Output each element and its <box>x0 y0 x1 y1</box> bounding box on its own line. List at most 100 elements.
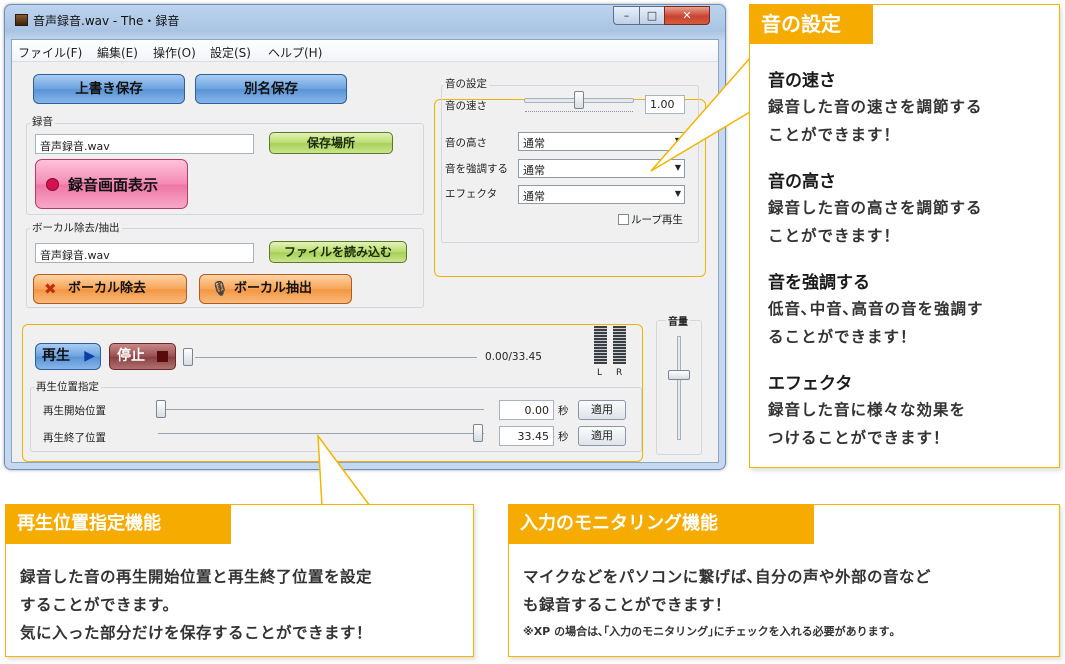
level-meter-right <box>613 326 626 364</box>
end-position-label: 再生終了位置 <box>43 432 106 444</box>
speed-slider-ticks <box>525 111 633 114</box>
vocal-remove-button[interactable]: ✖ ボーカル除去 <box>33 274 187 304</box>
start-position-track[interactable] <box>158 409 484 410</box>
recording-filename-field[interactable]: 音声録音.wav <box>35 134 254 154</box>
effect-label: エフェクタ <box>445 188 498 200</box>
effect-select-value: 通常 <box>523 190 545 203</box>
menu-file[interactable]: ファイル(F) <box>18 44 82 61</box>
end-position-thumb[interactable] <box>473 424 483 442</box>
emphasis-description-line: 低音､中音､高音の音を強調す <box>768 300 984 318</box>
playback-position-callout: 再生位置指定機能 録音した音の再生開始位置と再生終了位置を設定 することができま… <box>5 504 474 657</box>
input-monitoring-tag: 入力のモニタリング機能 <box>508 504 814 544</box>
start-position-label: 再生開始位置 <box>43 405 106 417</box>
menu-bar: ファイル(F) 編集(E) 操作(O) 設定(S) ヘルプ(H) <box>12 40 718 62</box>
load-file-button[interactable]: ファイルを読み込む <box>269 241 407 263</box>
recording-group-label: 録音 <box>30 114 55 129</box>
show-record-screen-button[interactable]: 録音画面表示 <box>35 159 188 209</box>
apply-start-button[interactable]: 適用 <box>578 400 626 420</box>
speed-description-line: 録音した音の速さを調節する <box>768 98 983 116</box>
play-button[interactable]: 再生 ▶ <box>35 343 101 370</box>
overwrite-save-button[interactable]: 上書き保存 <box>33 74 185 104</box>
pitch-select[interactable]: 通常 ▼ <box>518 132 685 151</box>
sound-settings-callout: 音の設定 音の速さ 録音した音の速さを調節する ことができます！ 音の高さ 録音… <box>749 4 1060 468</box>
show-record-screen-label: 録音画面表示 <box>68 176 159 194</box>
loop-label: ループ再生 <box>631 214 683 226</box>
speed-value-field[interactable]: 1.00 <box>645 95 685 114</box>
vocal-remove-icon: ✖ <box>44 280 57 298</box>
pitch-description-line: 録音した音の高さを調節する <box>768 199 983 217</box>
chevron-down-icon: ▼ <box>674 163 681 172</box>
speed-slider-thumb[interactable] <box>574 91 584 109</box>
effect-description-line: 録音した音に様々な効果を <box>768 401 967 419</box>
menu-settings[interactable]: 設定(S) <box>210 44 251 61</box>
emphasis-label: 音を強調する <box>445 163 508 175</box>
pitch-description: 録音した音の高さを調節する ことができます！ <box>768 194 983 250</box>
save-location-button[interactable]: 保存場所 <box>269 132 393 154</box>
emphasis-select[interactable]: 通常 ▼ <box>518 159 685 178</box>
stop-icon <box>157 351 168 362</box>
chevron-down-icon: ▼ <box>674 136 681 145</box>
stop-label: 停止 <box>117 348 145 364</box>
speed-heading: 音の速さ <box>768 71 836 91</box>
effect-heading: エフェクタ <box>768 374 853 394</box>
apply-end-button[interactable]: 適用 <box>578 426 626 446</box>
chevron-down-icon: ▼ <box>674 189 681 198</box>
playback-position-line: することができます。 <box>20 596 179 614</box>
emphasis-select-value: 通常 <box>523 164 545 177</box>
end-position-field[interactable]: 33.45 <box>499 426 554 446</box>
effect-description: 録音した音に様々な効果を つけることができます！ <box>768 396 966 452</box>
speed-description-line: ことができます！ <box>768 126 901 144</box>
start-seconds-unit: 秒 <box>558 405 569 417</box>
vocal-extract-button[interactable]: 🎙 ボーカル抽出 <box>199 274 352 304</box>
window-title: 音声録音.wav - The・録音 <box>33 14 180 28</box>
vocal-remove-label: ボーカル除去 <box>68 281 147 296</box>
input-monitoring-line: マイクなどをパソコンに繋げば､自分の声や外部の音など <box>523 568 931 586</box>
effect-select[interactable]: 通常 ▼ <box>518 185 685 204</box>
app-icon <box>15 14 28 26</box>
end-position-track[interactable] <box>158 433 484 434</box>
speed-label: 音の速さ <box>445 100 487 112</box>
volume-slider-thumb[interactable] <box>668 370 690 380</box>
pitch-description-line: ことができます！ <box>768 227 901 245</box>
playback-slider-track[interactable] <box>195 357 477 358</box>
save-as-button[interactable]: 別名保存 <box>195 74 347 104</box>
play-icon: ▶ <box>84 348 95 364</box>
playback-position-line: 気に入った部分だけを保存することができます！ <box>20 624 373 642</box>
playback-position-line: 録音した音の再生開始位置と再生終了位置を設定 <box>20 568 373 586</box>
input-monitoring-note: ※XP の場合は､｢入力のモニタリング｣にチェックを入れる必要があります｡ <box>523 625 896 638</box>
playback-slider-thumb[interactable] <box>183 348 193 366</box>
pitch-heading: 音の高さ <box>768 172 836 192</box>
level-meter-left <box>594 326 607 364</box>
volume-slider-track[interactable] <box>677 336 681 440</box>
meter-left-label: L <box>597 368 603 378</box>
sound-settings-group-label: 音の設定 <box>443 76 489 91</box>
start-position-thumb[interactable] <box>156 400 166 418</box>
emphasis-heading: 音を強調する <box>768 273 870 293</box>
record-dot-icon <box>46 178 59 191</box>
playback-time: 0.00/33.45 <box>485 351 542 363</box>
minimize-button[interactable]: – <box>613 6 640 25</box>
title-bar[interactable]: 音声録音.wav - The・録音 – □ ✕ <box>5 5 725 35</box>
menu-operation[interactable]: 操作(O) <box>153 44 196 61</box>
stop-button[interactable]: 停止 <box>109 343 176 370</box>
effect-description-line: つけることができます！ <box>768 429 950 447</box>
close-button[interactable]: ✕ <box>664 6 710 25</box>
client-area: ファイル(F) 編集(E) 操作(O) 設定(S) ヘルプ(H) 上書き保存 別… <box>11 39 719 463</box>
sound-settings-tag: 音の設定 <box>749 4 873 44</box>
volume-label: 音量 <box>666 313 690 328</box>
maximize-button[interactable]: □ <box>639 6 665 25</box>
input-monitoring-callout: 入力のモニタリング機能 マイクなどをパソコンに繋げば､自分の声や外部の音など も… <box>508 504 1060 657</box>
start-position-field[interactable]: 0.00 <box>499 400 554 420</box>
vocal-extract-label: ボーカル抽出 <box>234 281 313 296</box>
pitch-label: 音の高さ <box>445 137 487 149</box>
menu-edit[interactable]: 編集(E) <box>97 44 138 61</box>
input-monitoring-line: も録音することができます！ <box>523 596 732 614</box>
app-window: 音声録音.wav - The・録音 – □ ✕ ファイル(F) 編集(E) 操作… <box>4 4 726 470</box>
menu-help[interactable]: ヘルプ(H) <box>268 44 322 61</box>
end-seconds-unit: 秒 <box>558 431 569 443</box>
input-monitoring-description: マイクなどをパソコンに繋げば､自分の声や外部の音など も録音することができます！ <box>523 563 931 619</box>
emphasis-description-line: ることができます！ <box>768 328 917 346</box>
loop-checkbox[interactable] <box>618 214 629 225</box>
position-group-label: 再生位置指定 <box>34 379 101 394</box>
vocal-filename-field[interactable]: 音声録音.wav <box>35 243 254 263</box>
